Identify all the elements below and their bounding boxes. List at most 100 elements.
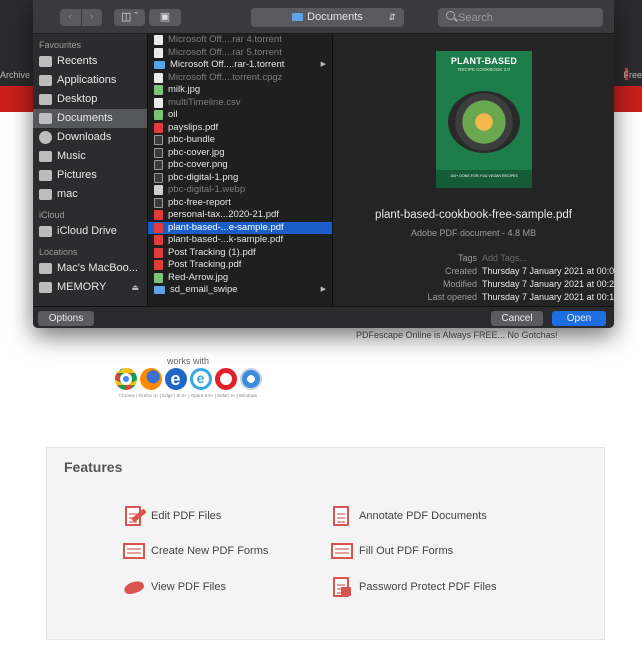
file-list-item[interactable]: pbc-cover.jpg	[148, 147, 332, 160]
music-icon	[39, 151, 52, 162]
columns-view-icon: ◫ ˇ	[120, 11, 139, 23]
features-panel: Features Edit PDF Files Annotate PDF Doc…	[46, 447, 605, 640]
back-forward-buttons: ‹ ›	[60, 9, 102, 26]
file-icon	[154, 135, 163, 146]
sidebar-item-applications[interactable]: Applications	[33, 71, 147, 90]
file-list-item[interactable]: Microsoft Off....rar 4.torrent	[148, 34, 332, 47]
feature-annotate-pdf[interactable]: Annotate PDF Documents	[331, 505, 487, 527]
new-folder-button[interactable]: ▣	[149, 9, 181, 26]
disclosure-arrow-icon: ▶	[320, 61, 326, 68]
file-name: plant-based-...k-sample.pdf	[168, 234, 284, 245]
opera-icon	[214, 368, 237, 390]
sidebar-item-documents[interactable]: Documents	[33, 109, 147, 128]
file-list-item[interactable]: pbc-bundle	[148, 134, 332, 147]
sidebar-item-music[interactable]: Music	[33, 147, 147, 166]
file-name: pbc-digital-1.png	[168, 171, 239, 183]
view-mode-button[interactable]: ◫ ˇ	[114, 9, 145, 26]
preview-pane: PLANT-BASED RECIPE COOKBOOK 2.0 100+ DON…	[333, 34, 614, 306]
laptop-icon	[39, 263, 52, 274]
file-list-item[interactable]: multiTimeline.csv	[148, 97, 332, 110]
add-tags-field[interactable]: Add Tags...	[482, 253, 527, 263]
file-list-item[interactable]: Red-Arrow.jpg	[148, 272, 332, 285]
sidebar-item-icloud-drive[interactable]: iCloud Drive	[33, 222, 147, 241]
location-popup[interactable]: Documents ⇵	[251, 8, 404, 27]
feature-label: Edit PDF Files	[151, 510, 222, 522]
file-list-item[interactable]: pbc-digital-1.png	[148, 172, 332, 185]
file-name: payslips.pdf	[168, 121, 219, 133]
sidebar-item-pictures[interactable]: Pictures	[33, 166, 147, 185]
file-name: Microsoft Off....rar 5.torrent	[168, 46, 282, 58]
dialog-sidebar: Favourites Recents Applications Desktop …	[33, 34, 147, 306]
file-name: pbc-digital-1.webp	[168, 184, 246, 195]
file-list-item[interactable]: Post Tracking (1).pdf	[148, 247, 332, 260]
file-icon	[154, 172, 163, 183]
salad-bowl-image	[448, 91, 520, 153]
sidebar-item-label: Music	[57, 150, 86, 162]
file-list-item[interactable]: Microsoft Off....rar-1.torrent ▶	[148, 59, 332, 72]
file-name: oil	[168, 109, 178, 120]
sidebar-header-favourites: Favourites	[39, 40, 82, 50]
feature-view-pdf[interactable]: View PDF Files	[122, 576, 226, 598]
file-list-item[interactable]: pbc-free-report	[148, 197, 332, 210]
sidebar-item-desktop[interactable]: Desktop	[33, 90, 147, 109]
preview-filename: plant-based-cookbook-free-sample.pdf	[375, 209, 572, 221]
open-button[interactable]: Open	[552, 311, 606, 326]
sidebar-item-downloads[interactable]: Downloads	[33, 128, 147, 147]
feature-fill-form[interactable]: Fill Out PDF Forms	[331, 540, 453, 562]
file-list-item[interactable]: plant-based-...e-sample.pdf	[148, 221, 332, 234]
browser-icons: e e	[98, 368, 278, 390]
feature-create-form[interactable]: Create New PDF Forms	[123, 540, 268, 562]
pdf-file-icon	[154, 260, 163, 271]
forward-button[interactable]: ›	[80, 9, 103, 26]
search-box	[438, 8, 603, 27]
feature-label: View PDF Files	[151, 581, 226, 593]
sidebar-item-label: mac	[57, 188, 78, 200]
file-list-item[interactable]: sd_email_swipe ▶	[148, 284, 332, 297]
pictures-icon	[39, 170, 52, 181]
sidebar-item-memory[interactable]: MEMORY ⏏	[33, 278, 147, 297]
free-link[interactable]: Free	[623, 70, 642, 80]
search-icon	[446, 11, 455, 20]
archive-link[interactable]: Archive	[0, 70, 30, 80]
file-list-item[interactable]: oil	[148, 109, 332, 122]
recents-icon	[39, 56, 52, 67]
sidebar-item-macbook[interactable]: Mac's MacBoo...	[33, 259, 147, 278]
sidebar-item-label: Applications	[57, 74, 117, 86]
file-list-item[interactable]: milk.jpg	[148, 84, 332, 97]
open-file-dialog: ‹ › ◫ ˇ ▣ Documents ⇵ Favourites Recents…	[33, 0, 614, 328]
location-label: Documents	[307, 11, 363, 23]
file-list-item[interactable]: personal-tax...2020-21.pdf	[148, 209, 332, 222]
sidebar-item-label: Mac's MacBoo...	[57, 262, 138, 274]
file-name: pbc-cover.jpg	[168, 146, 225, 158]
image-file-icon	[154, 110, 163, 121]
file-name: Post Tracking (1).pdf	[168, 246, 256, 258]
file-list-item[interactable]: Microsoft Off....torrent.cpgz	[148, 72, 332, 85]
image-file-icon	[154, 85, 163, 96]
cover-subtitle: RECIPE COOKBOOK 2.0	[458, 67, 510, 72]
edge-icon: e	[164, 368, 187, 390]
file-icon	[154, 97, 163, 108]
cover-title: PLANT-BASED	[450, 56, 518, 66]
feature-password-protect[interactable]: Password Protect PDF Files	[331, 576, 497, 598]
file-name: Red-Arrow.jpg	[168, 271, 229, 283]
file-list-item[interactable]: plant-based-...k-sample.pdf	[148, 234, 332, 247]
sidebar-item-mac[interactable]: mac	[33, 185, 147, 204]
file-list-item[interactable]: Microsoft Off....rar 5.torrent	[148, 47, 332, 60]
search-input[interactable]	[458, 8, 598, 27]
file-icon	[154, 72, 163, 83]
file-list-item[interactable]: pbc-digital-1.webp	[148, 184, 332, 197]
file-list-item[interactable]: pbc-cover.png	[148, 159, 332, 172]
disclosure-arrow-icon: ▶	[320, 286, 326, 293]
sidebar-item-recents[interactable]: Recents	[33, 52, 147, 71]
detail-key: Tags	[457, 253, 477, 263]
eject-icon[interactable]: ⏏	[131, 278, 139, 297]
options-button[interactable]: Options	[38, 311, 94, 326]
cancel-button[interactable]: Cancel	[491, 311, 543, 326]
file-list-item[interactable]: Post Tracking.pdf	[148, 259, 332, 272]
pdf-file-icon	[154, 122, 163, 133]
feature-edit-pdf[interactable]: Edit PDF Files	[123, 505, 221, 527]
tagline: PDFescape Online is Always FREE... No Go…	[356, 330, 558, 340]
file-list-item[interactable]: payslips.pdf	[148, 122, 332, 135]
new-folder-icon: ▣	[159, 11, 171, 23]
back-button[interactable]: ‹	[60, 9, 81, 26]
